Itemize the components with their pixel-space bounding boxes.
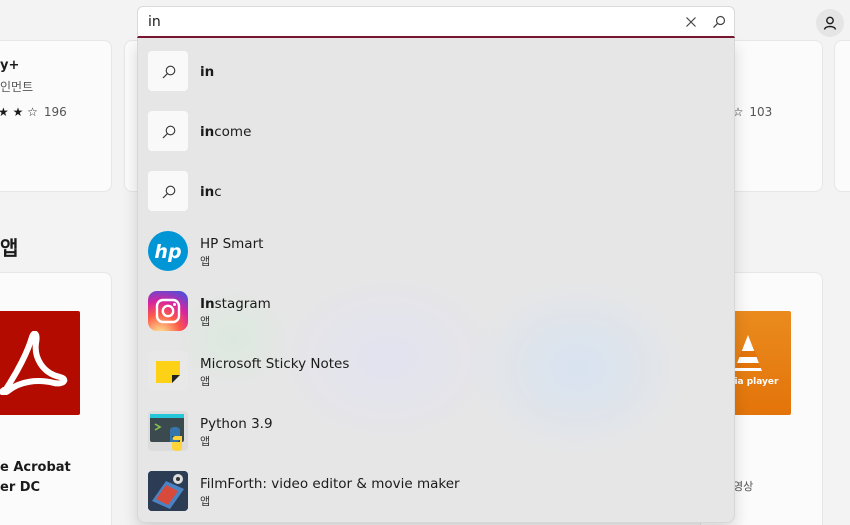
search-icon [148,51,188,91]
suggestion-app-python[interactable]: Python 3.9 앱 [138,398,734,458]
search-icon [148,171,188,211]
title-line: er DC [0,480,41,495]
instagram-icon [148,291,188,331]
search-icon [148,111,188,151]
hp-smart-icon: hp [148,231,188,271]
match-text: In [200,296,215,312]
account-button[interactable] [816,9,844,37]
rating-count: 103 [749,105,773,119]
suggestion-app-hp-smart[interactable]: hp HP Smart 앱 [138,218,734,278]
app-name: HP Smart [200,236,264,252]
app-name: Microsoft Sticky Notes [200,356,350,372]
match-text: in [200,124,215,140]
suggestion-label: in [200,64,214,80]
suggestion-query[interactable]: income [138,98,734,158]
rest-text: come [214,124,252,140]
filmforth-icon [148,471,188,511]
svg-text:hp: hp [154,241,181,263]
close-icon [686,17,696,27]
app-card-title: y+ [0,58,20,73]
app-name: Python 3.9 [200,416,273,432]
match-text: in [200,184,215,200]
app-card[interactable] [834,40,850,192]
suggestion-query[interactable]: in [138,38,734,98]
app-type: 앱 [200,255,211,268]
app-card-title: e Acrobat er DC [0,458,71,498]
title-line: e Acrobat [0,460,71,475]
search-input[interactable] [148,12,668,32]
app-name: FilmForth: video editor & movie maker [200,476,460,492]
suggestion-app-sticky-notes[interactable]: Microsoft Sticky Notes 앱 [138,338,734,398]
suggestion-label: income [200,124,251,140]
app-card-category: 영상 [733,480,754,493]
app-type: 앱 [200,435,211,448]
suggestion-app-filmforth[interactable]: FilmForth: video editor & movie maker 앱 [138,458,734,518]
search-suggestions: in income inc hp HP Smart 앱 Instagram 앱 [137,38,735,523]
app-type: 앱 [200,315,211,328]
app-card-category: 인먼트 [0,80,34,94]
suggestion-app-instagram[interactable]: Instagram 앱 [138,278,734,338]
app-name: Instagram [200,296,271,312]
search-box [137,6,735,38]
python-icon [148,411,188,451]
app-type: 앱 [200,495,211,508]
search-submit-button[interactable] [711,14,727,30]
vlc-label: dia player [728,377,779,387]
acrobat-logo-icon [0,311,80,415]
star-rating: ★ ★ ☆ 196 [0,105,67,119]
rest-text: stagram [214,296,271,312]
clear-search-button[interactable] [683,14,699,30]
sticky-notes-icon [148,351,188,391]
match-text: in [200,64,215,80]
app-type: 앱 [200,375,211,388]
section-heading: 앱 [0,236,19,260]
person-icon [823,16,837,30]
rest-text: c [214,184,222,200]
suggestion-query[interactable]: inc [138,158,734,218]
rating-count: 196 [43,105,67,119]
suggestion-label: inc [200,184,222,200]
search-icon [713,15,726,28]
